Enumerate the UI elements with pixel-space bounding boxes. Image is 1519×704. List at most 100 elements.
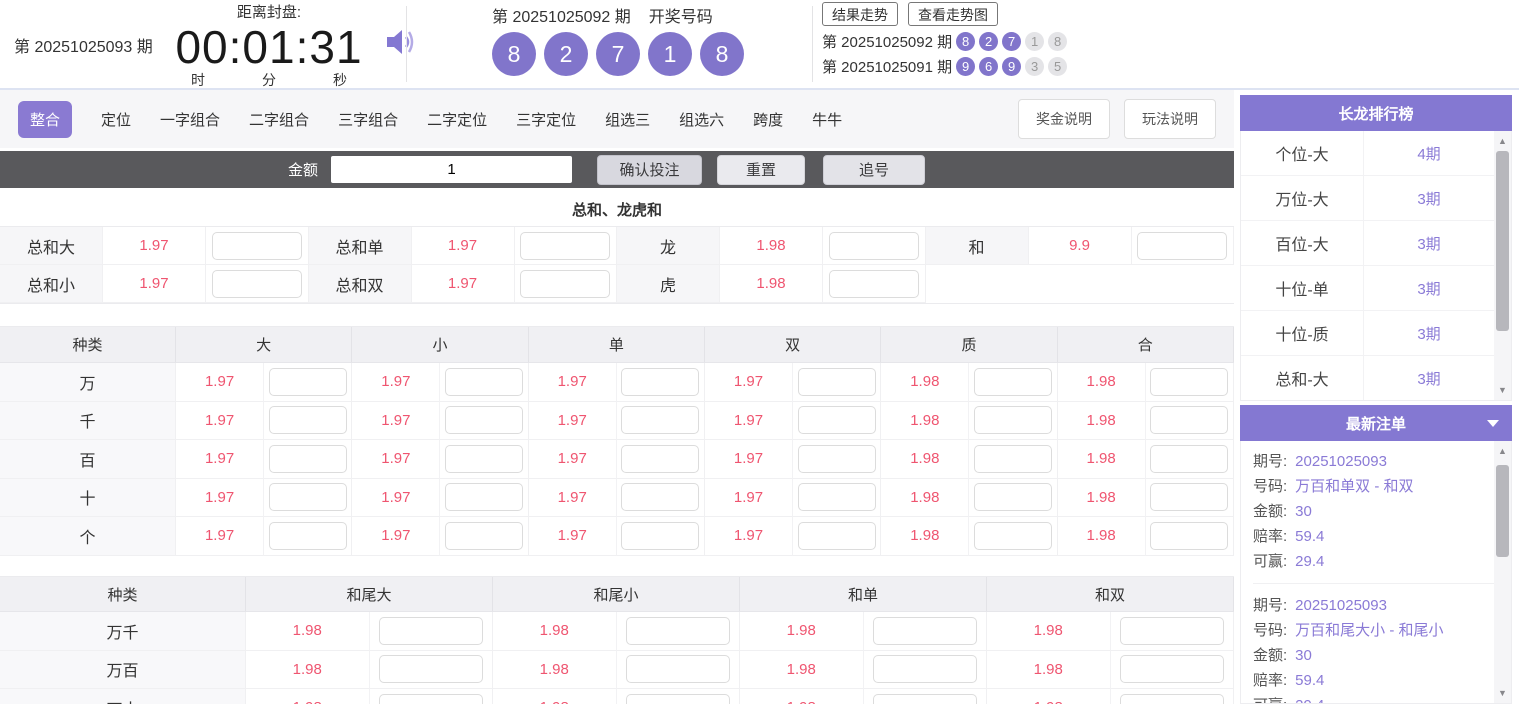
bet-amount-input[interactable] [798, 522, 876, 550]
bet-amount-input[interactable] [445, 406, 523, 434]
bet-amount-input[interactable] [873, 694, 977, 704]
odds-value: 1.98 [1087, 527, 1116, 544]
bet-amount-input[interactable] [379, 655, 483, 683]
order-win-value: 29.4 [1295, 549, 1324, 574]
bet-amount-input[interactable] [1150, 445, 1228, 473]
prize-info-button[interactable]: 奖金说明 [1018, 99, 1110, 139]
bet-amount-input[interactable] [212, 270, 302, 298]
odds-value: 1.97 [558, 412, 587, 429]
tab-erzi-dingwei[interactable]: 二字定位 [427, 109, 487, 130]
triangle-up-icon[interactable]: ▲ [1494, 444, 1511, 458]
bet-amount-input[interactable] [520, 232, 610, 260]
bet-amount-input[interactable] [379, 617, 483, 645]
triangle-down-icon[interactable]: ▼ [1494, 686, 1511, 700]
bet-amount-input[interactable] [1120, 655, 1224, 683]
bet-amount-input[interactable] [974, 522, 1052, 550]
odds-value: 1.98 [540, 661, 569, 678]
tab-kuadu[interactable]: 跨度 [753, 109, 783, 130]
bet-amount-input[interactable] [269, 522, 347, 550]
bet-amount-input[interactable] [974, 368, 1052, 396]
bet-amount-input[interactable] [1120, 694, 1224, 704]
odds-cell: 1.97 [103, 265, 206, 303]
bet-amount-input[interactable] [1150, 406, 1228, 434]
bet-cell [617, 479, 705, 518]
bet-amount-input[interactable] [1120, 617, 1224, 645]
reset-button[interactable]: 重置 [717, 155, 805, 185]
bet-amount-input[interactable] [798, 406, 876, 434]
order-entry: 期号: 20251025093 号码: 万百和单双 - 和双 金额: 30 赔率… [1253, 449, 1494, 574]
odds-value: 1.98 [787, 661, 816, 678]
bet-amount-input[interactable] [621, 406, 699, 434]
bet-type-label: 总和大 [0, 227, 103, 265]
bet-amount-input[interactable] [974, 445, 1052, 473]
odds-cell: 1.97 [412, 227, 515, 265]
bet-amount-input[interactable] [626, 694, 730, 704]
bet-amount-input[interactable] [873, 655, 977, 683]
bet-amount-input[interactable] [621, 368, 699, 396]
ranking-scrollbar[interactable]: ▲ ▼ [1494, 131, 1511, 400]
confirm-bet-button[interactable]: 确认投注 [597, 155, 702, 185]
tab-yizi-zuhe[interactable]: 一字组合 [160, 109, 220, 130]
amount-input[interactable] [331, 156, 572, 183]
bet-amount-input[interactable] [269, 483, 347, 511]
bet-amount-input[interactable] [379, 694, 483, 704]
history-ball: 8 [1048, 32, 1067, 51]
tab-sanzi-zuhe[interactable]: 三字组合 [338, 109, 398, 130]
bet-amount-input[interactable] [1150, 522, 1228, 550]
bet-amount-input[interactable] [445, 483, 523, 511]
bet-amount-input[interactable] [829, 270, 919, 298]
odds-value: 1.97 [205, 373, 234, 390]
table-row: 万十 1.98 1.98 1.98 1.98 [0, 689, 1234, 704]
bet-cell [1111, 689, 1235, 704]
bet-amount-input[interactable] [798, 368, 876, 396]
odds-cell: 1.98 [987, 689, 1111, 704]
bet-amount-input[interactable] [621, 522, 699, 550]
chase-number-button[interactable]: 追号 [823, 155, 925, 185]
tab-zhenghe[interactable]: 整合 [18, 101, 72, 138]
bet-amount-input[interactable] [445, 445, 523, 473]
bet-amount-input[interactable] [1137, 232, 1227, 260]
bet-amount-input[interactable] [520, 270, 610, 298]
odds-value: 1.97 [734, 412, 763, 429]
history-row: 第 20251025092 期 8 2 7 1 8 [822, 31, 1067, 51]
bet-cell [793, 363, 881, 402]
result-trend-button[interactable]: 结果走势 [822, 2, 898, 26]
bet-amount-input[interactable] [621, 483, 699, 511]
tab-sanzi-dingwei[interactable]: 三字定位 [516, 109, 576, 130]
bet-amount-input[interactable] [626, 655, 730, 683]
triangle-up-icon[interactable]: ▲ [1494, 134, 1511, 148]
scrollbar-thumb[interactable] [1496, 465, 1509, 557]
bet-amount-input[interactable] [269, 368, 347, 396]
orders-scrollbar[interactable]: ▲ ▼ [1494, 441, 1511, 703]
chevron-down-icon[interactable] [1487, 420, 1499, 427]
tab-zuxuan-liu[interactable]: 组选六 [679, 109, 724, 130]
bet-amount-input[interactable] [1150, 483, 1228, 511]
bet-amount-input[interactable] [269, 406, 347, 434]
bet-amount-input[interactable] [621, 445, 699, 473]
tab-niuniu[interactable]: 牛牛 [812, 109, 842, 130]
odds-value: 1.98 [756, 275, 785, 292]
bet-amount-input[interactable] [974, 406, 1052, 434]
bet-amount-input[interactable] [873, 617, 977, 645]
tab-dingwei[interactable]: 定位 [101, 109, 131, 130]
bet-amount-input[interactable] [798, 483, 876, 511]
bet-amount-input[interactable] [626, 617, 730, 645]
scrollbar-thumb[interactable] [1496, 151, 1509, 331]
bet-amount-input[interactable] [1150, 368, 1228, 396]
tab-erzi-zuhe[interactable]: 二字组合 [249, 109, 309, 130]
odds-value: 1.97 [205, 527, 234, 544]
bet-amount-input[interactable] [829, 232, 919, 260]
rules-info-button[interactable]: 玩法说明 [1124, 99, 1216, 139]
column-header: 和尾大 [246, 577, 493, 612]
speaker-icon[interactable] [385, 27, 417, 62]
bet-amount-input[interactable] [445, 522, 523, 550]
triangle-down-icon[interactable]: ▼ [1494, 383, 1511, 397]
bet-amount-input[interactable] [974, 483, 1052, 511]
tab-zuxuan-san[interactable]: 组选三 [605, 109, 650, 130]
bet-amount-input[interactable] [445, 368, 523, 396]
bet-amount-input[interactable] [269, 445, 347, 473]
bet-amount-input[interactable] [798, 445, 876, 473]
odds-cell: 1.98 [720, 265, 823, 303]
view-trend-chart-button[interactable]: 查看走势图 [908, 2, 998, 26]
bet-amount-input[interactable] [212, 232, 302, 260]
